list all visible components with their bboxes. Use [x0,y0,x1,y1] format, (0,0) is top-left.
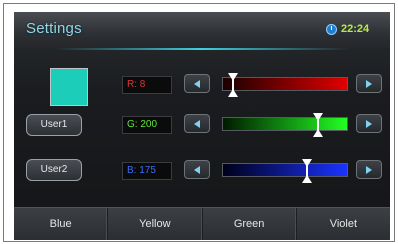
red-value-display: R: 8 [122,76,172,94]
blue-increase-button[interactable] [356,160,382,179]
blue-decrease-button[interactable] [184,160,210,179]
blue-value-display: B: 175 [122,162,172,180]
green-increase-button[interactable] [356,114,382,133]
clock-time: 22:24 [341,23,370,35]
header-bar: Settings 22:24 [14,12,390,48]
preset-tab-bar: Blue Yellow Green Violet [14,207,390,240]
clock-icon [326,23,337,35]
blue-slider-track[interactable] [222,159,348,183]
green-value-display: G: 200 [122,116,172,134]
arrow-left-icon [194,165,200,174]
arrow-left-icon [194,79,200,88]
red-slider-track[interactable] [222,73,348,97]
clock: 22:24 [326,20,369,38]
tab-yellow[interactable]: Yellow [108,208,203,240]
green-slider-thumb[interactable] [313,113,324,137]
tab-blue[interactable]: Blue [14,208,109,240]
tab-violet[interactable]: Violet [297,208,390,240]
blue-slider-thumb[interactable] [302,159,313,183]
red-slider-thumb[interactable] [227,73,238,97]
page-title: Settings [26,20,82,37]
arrow-right-icon [366,165,372,174]
arrow-left-icon [194,119,200,128]
green-slider-track[interactable] [222,113,348,137]
arrow-right-icon [366,79,372,88]
color-preview-swatch [50,68,88,106]
user2-button[interactable]: User2 [26,159,82,181]
red-increase-button[interactable] [356,74,382,93]
user1-button[interactable]: User1 [26,114,82,136]
arrow-right-icon [366,119,372,128]
tab-green[interactable]: Green [203,208,297,240]
green-decrease-button[interactable] [184,114,210,133]
settings-screen: Settings 22:24 User1 User2 R: 8 G: 200 B… [14,12,390,240]
red-decrease-button[interactable] [184,74,210,93]
header-divider [54,48,350,50]
